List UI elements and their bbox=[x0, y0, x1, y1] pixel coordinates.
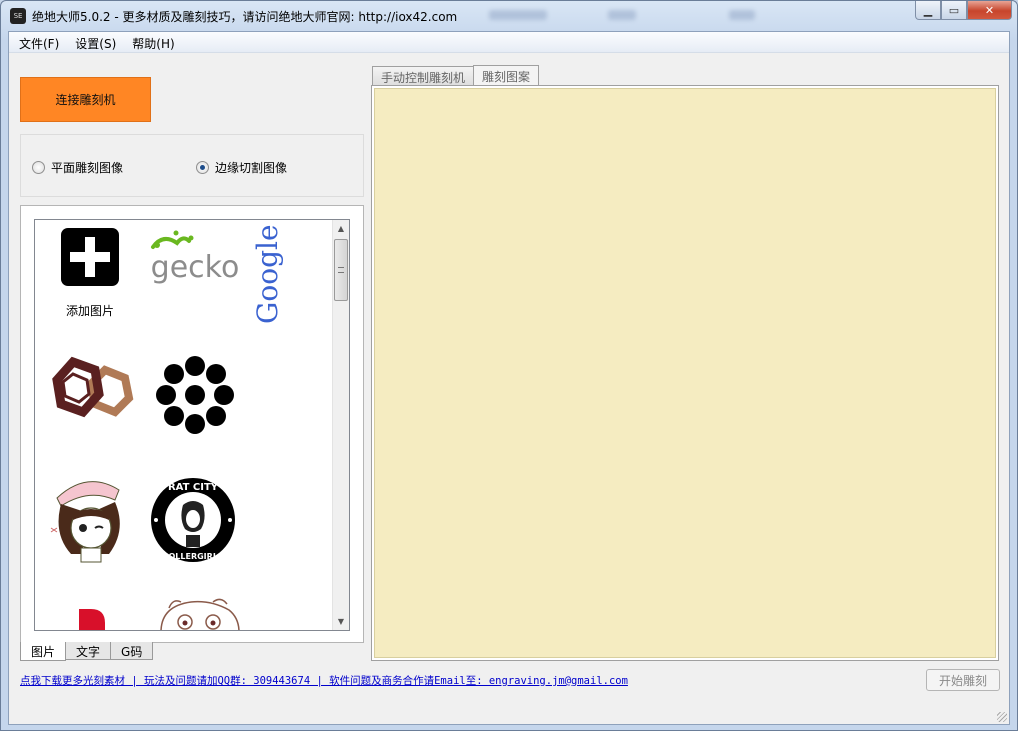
title-blur bbox=[489, 10, 547, 20]
right-tab-strip: 手动控制雕刻机 雕刻图案 bbox=[372, 65, 540, 86]
radio-edge-cut[interactable]: 边缘切割图像 bbox=[196, 159, 287, 176]
gallery-item-girl-cartoon[interactable] bbox=[47, 470, 132, 565]
gallery-item-hexagon[interactable] bbox=[43, 352, 138, 452]
app-window: SE 绝地大师5.0.2 - 更多材质及雕刻技巧，请访问绝地大师官网: http… bbox=[0, 0, 1018, 731]
tab-gcode[interactable]: G码 bbox=[110, 642, 154, 660]
tab-text[interactable]: 文字 bbox=[65, 642, 112, 660]
hexagon-logo-icon bbox=[52, 356, 134, 418]
radio-dot-checked[interactable] bbox=[196, 161, 209, 174]
radio-flat-engrave[interactable]: 平面雕刻图像 bbox=[32, 159, 123, 176]
scroll-grip-icon bbox=[338, 267, 344, 273]
flower-logo-icon bbox=[156, 356, 234, 434]
engrave-canvas[interactable] bbox=[374, 88, 996, 658]
menu-file[interactable]: 文件(F) bbox=[11, 32, 67, 52]
start-engrave-button[interactable]: 开始雕刻 bbox=[926, 669, 1000, 691]
maximize-button[interactable]: ▭ bbox=[941, 1, 967, 20]
minimize-button[interactable]: ▁ bbox=[915, 1, 941, 20]
title-bar[interactable]: SE 绝地大师5.0.2 - 更多材质及雕刻技巧，请访问绝地大师官网: http… bbox=[1, 1, 1017, 31]
gallery-scrollbar[interactable]: ▲ ▼ bbox=[332, 220, 349, 630]
gallery-item-red-logo[interactable] bbox=[65, 605, 125, 630]
gallery-item-google[interactable]: Google bbox=[247, 220, 287, 330]
engrave-mode-group: 平面雕刻图像 边缘切割图像 bbox=[20, 134, 364, 197]
gecko-logo-icon: gecko bbox=[151, 230, 240, 285]
rat-city-text: RAT CITY bbox=[168, 482, 219, 493]
menu-help[interactable]: 帮助(H) bbox=[124, 32, 182, 52]
scroll-up-arrow-icon[interactable]: ▲ bbox=[333, 220, 349, 237]
tab-images[interactable]: 图片 bbox=[20, 642, 67, 661]
radio-label: 边缘切割图像 bbox=[215, 161, 288, 175]
google-logo-icon: Google bbox=[251, 224, 284, 324]
maximize-icon: ▭ bbox=[948, 3, 960, 17]
scroll-thumb[interactable] bbox=[334, 239, 348, 301]
rat-city-logo-icon: RAT CITY ROLLERGIRLS bbox=[151, 478, 235, 562]
menu-bar: 文件(F) 设置(S) 帮助(H) bbox=[9, 32, 1009, 53]
title-blur bbox=[729, 10, 755, 20]
google-text: Google bbox=[251, 224, 284, 324]
cartoon-monster-icon bbox=[160, 598, 240, 630]
image-gallery-list: 添加图片 gecko Google RAT CITY ROLLERGIRLS ▲… bbox=[34, 219, 350, 631]
radio-label: 平面雕刻图像 bbox=[51, 161, 124, 175]
gallery-item-add-image[interactable]: 添加图片 bbox=[45, 225, 135, 325]
download-materials-link[interactable]: 点我下载更多光刻素材 | 玩法及问题请加QQ群: 309443674 | 软件问… bbox=[20, 673, 628, 688]
gallery-item-gecko[interactable]: gecko bbox=[145, 225, 245, 325]
radio-dot[interactable] bbox=[32, 161, 45, 174]
window-controls: ▁ ▭ ✕ bbox=[915, 1, 1012, 21]
menu-settings[interactable]: 设置(S) bbox=[67, 32, 124, 52]
left-tab-strip: 图片 文字 G码 bbox=[20, 642, 154, 661]
tab-manual-control[interactable]: 手动控制雕刻机 bbox=[372, 66, 475, 85]
gecko-text: gecko bbox=[151, 250, 240, 285]
engrave-canvas-frame bbox=[371, 85, 999, 661]
resize-grip-icon[interactable] bbox=[997, 712, 1007, 722]
close-icon: ✕ bbox=[984, 3, 995, 17]
add-image-label: 添加图片 bbox=[65, 304, 114, 318]
rollergirls-text: ROLLERGIRLS bbox=[162, 552, 224, 561]
window-title: 绝地大师5.0.2 - 更多材质及雕刻技巧，请访问绝地大师官网: http://… bbox=[32, 10, 458, 24]
add-image-icon bbox=[61, 228, 119, 286]
gallery-item-rat-city[interactable]: RAT CITY ROLLERGIRLS bbox=[148, 475, 238, 575]
red-logo-icon bbox=[79, 609, 105, 630]
gallery-item-cartoon-monster[interactable] bbox=[155, 592, 245, 630]
gallery-panel: 添加图片 gecko Google RAT CITY ROLLERGIRLS ▲… bbox=[20, 205, 364, 643]
client-area: 文件(F) 设置(S) 帮助(H) 连接雕刻机 平面雕刻图像 边缘切割图像 添加… bbox=[8, 31, 1010, 725]
close-button[interactable]: ✕ bbox=[967, 1, 1012, 20]
title-blur bbox=[608, 10, 636, 20]
minimize-icon: ▁ bbox=[923, 3, 933, 17]
connect-engraver-button[interactable]: 连接雕刻机 bbox=[20, 77, 151, 122]
gallery-item-flower[interactable] bbox=[150, 350, 240, 450]
scroll-down-arrow-icon[interactable]: ▼ bbox=[333, 613, 349, 630]
girl-cartoon-icon bbox=[50, 481, 120, 563]
tab-engrave-pattern[interactable]: 雕刻图案 bbox=[473, 65, 540, 85]
app-icon: SE bbox=[10, 8, 26, 24]
